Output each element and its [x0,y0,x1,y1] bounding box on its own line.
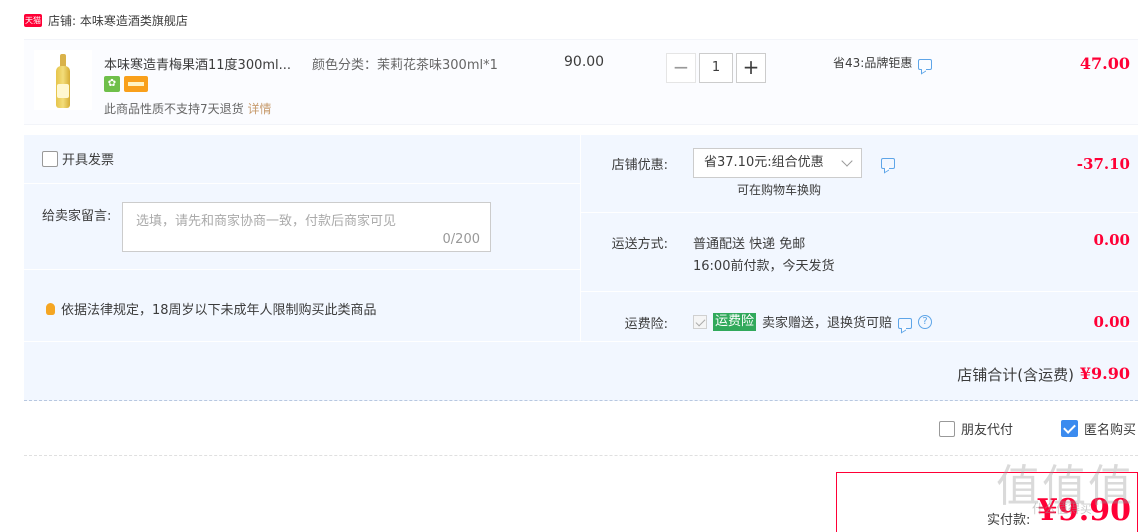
invoice-label: 开具发票 [62,153,115,168]
anonymous-label: 匿名购买 [1084,423,1137,438]
tmall-icon: 天猫 [24,13,42,27]
decrease-button[interactable]: − [666,53,696,83]
shop-name[interactable]: 店铺: 本味寒造酒类旗舰店 [48,12,188,29]
friend-pay-label: 朋友代付 [961,423,1014,438]
invoice-checkbox[interactable] [42,150,58,167]
shop-discount-amount: -37.10 [1076,155,1130,173]
watermark-text: 什么值得买 [1032,502,1093,516]
item-discount-label: 省43:品牌钜惠 [833,56,913,70]
remark-textarea[interactable]: 选填，请先和商家协商一致，付款后商家可见 0/200 [122,202,491,252]
friend-pay-checkbox[interactable] [939,420,955,437]
shop-total-label: 店铺合计(含运费) [957,366,1074,384]
lightbulb-icon [46,302,55,315]
service-icons: ✿ [104,76,148,92]
insurance-label: 运费险: [624,317,668,332]
product-thumbnail[interactable] [34,50,92,110]
chat-icon[interactable] [898,318,913,329]
item-total: 47.00 [1079,54,1130,73]
remark-count: 0/200 [442,232,480,247]
insurance-badge: 运费险 [713,312,757,331]
order-options: 开具发票 给卖家留言: 选填，请先和商家协商一致，付款后商家可见 0/200 依… [24,135,1138,341]
item-discount: 省43:品牌钜惠 [833,54,933,71]
divider [580,291,1138,292]
insurance-checkbox[interactable] [693,314,707,329]
insurance-text: 卖家赠送，退换货可赔 [762,316,893,331]
bottle-image [56,54,70,108]
remark-placeholder: 选填，请先和商家协商一致，付款后商家可见 [136,214,397,229]
pay-options: 朋友代付 匿名购买 [24,401,1138,456]
shipping-method: 普通配送 快递 免邮 [693,237,806,252]
divider [580,212,1138,213]
shipping-amount: 0.00 [1093,231,1130,249]
detail-link[interactable]: 详情 [247,102,271,116]
chat-icon[interactable] [918,59,933,70]
insurance-row: 运费险 卖家赠送，退换货可赔 ? [693,312,933,331]
divider [24,183,580,184]
age-restriction-note: 依据法律规定，18周岁以下未成年人限制购买此类商品 [46,299,377,318]
cart-item-row: 本味寒造青梅果酒11度300ml... ✿ 此商品性质不支持7天退货 详情 颜色… [24,39,1138,125]
insurance-amount: 0.00 [1093,313,1130,331]
increase-button[interactable]: + [736,53,766,83]
chevron-down-icon [841,155,853,167]
return-policy-note: 此商品性质不支持7天退货 详情 [104,102,272,116]
quantity-input[interactable]: 1 [699,53,733,83]
shipping-time: 16:00前付款，今天发货 [693,259,835,274]
shop-discount-note: 可在购物车换购 [737,183,822,197]
help-icon[interactable]: ? [918,314,933,329]
divider [24,269,580,270]
shop-discount-value: 省37.10元:组合优惠 [704,155,824,170]
chat-icon[interactable] [881,158,895,169]
shop-header: 天猫 店铺: 本味寒造酒类旗舰店 [24,10,188,30]
guarantee-icon: ✿ [104,76,120,92]
product-title[interactable]: 本味寒造青梅果酒11度300ml... [104,54,291,73]
shop-discount-select[interactable]: 省37.10元:组合优惠 [693,148,862,178]
shop-total-bar: 店铺合计(含运费) ¥9.90 [24,341,1138,401]
shop-total-value: ¥9.90 [1079,364,1130,383]
remark-label: 给卖家留言: [42,209,112,224]
anonymous-checkbox[interactable] [1061,420,1078,437]
age-restriction-text: 依据法律规定，18周岁以下未成年人限制购买此类商品 [61,303,377,318]
quantity-stepper: − 1 + [666,53,766,83]
unit-price: 90.00 [564,54,605,70]
friend-pay-option[interactable]: 朋友代付 [939,419,1013,438]
product-sku: 颜色分类：茉莉花茶味300ml*1 [312,58,498,73]
invoice-option[interactable]: 开具发票 [42,149,114,168]
anonymous-option[interactable]: 匿名购买 [1061,419,1136,438]
shop-discount-label: 店铺优惠: [611,158,668,173]
shipping-label: 运送方式: [611,237,668,252]
credit-card-icon [124,76,148,92]
